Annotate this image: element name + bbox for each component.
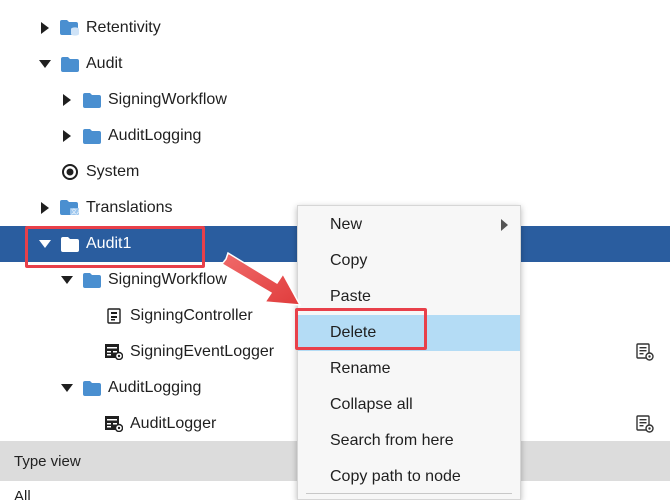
menu-item-rename[interactable]: Rename <box>298 351 520 387</box>
tree-node-label: SigningController <box>130 307 253 324</box>
folder-icon <box>60 55 80 73</box>
folder-icon <box>82 127 102 145</box>
menu-item-label: Paste <box>330 288 371 305</box>
tree-node-label: AuditLogging <box>108 379 202 396</box>
tree-node-label: Retentivity <box>86 19 161 36</box>
tree-node-label: SigningWorkflow <box>108 91 227 108</box>
menu-item-label: Copy path to node <box>330 468 461 485</box>
folder-icon <box>82 271 102 289</box>
controller-icon <box>104 307 124 325</box>
tree-node[interactable]: Audit <box>0 46 670 82</box>
tree-node-label: AuditLogging <box>108 127 202 144</box>
expand-arrow-icon[interactable] <box>60 93 74 107</box>
menu-item-copy-path-to-node[interactable]: Copy path to node <box>298 459 520 495</box>
type-view-item[interactable]: All <box>14 488 31 500</box>
folder-icon <box>82 379 102 397</box>
menu-item-collapse-all[interactable]: Collapse all <box>298 387 520 423</box>
properties-icon[interactable] <box>636 343 654 361</box>
tree-node[interactable]: SigningWorkflow <box>0 82 670 118</box>
folder-icon <box>82 91 102 109</box>
properties-icon[interactable] <box>636 415 654 433</box>
tree-node-label: SigningEventLogger <box>130 343 275 360</box>
tree-node-label: System <box>86 163 140 180</box>
expand-arrow-icon[interactable] <box>38 21 52 35</box>
expand-arrow-icon[interactable] <box>60 129 74 143</box>
menu-item-search-from-here[interactable]: Search from here <box>298 423 520 459</box>
collapse-arrow-icon[interactable] <box>60 381 74 395</box>
folder-database-icon <box>60 19 80 37</box>
tree-node-label: Audit <box>86 55 123 72</box>
menu-item-label: Search from here <box>330 432 454 449</box>
logger-grid-icon <box>104 415 124 433</box>
tree-node-label: Translations <box>86 199 173 216</box>
menu-item-copy[interactable]: Copy <box>298 243 520 279</box>
system-icon <box>60 163 80 181</box>
expand-arrow-icon[interactable] <box>38 201 52 215</box>
context-menu: New Copy Paste Delete Rename Collapse all Sear… <box>297 205 521 500</box>
tree-node[interactable]: Retentivity <box>0 10 670 46</box>
menu-item-label: New <box>330 216 363 233</box>
type-view-label: Type view <box>14 452 81 470</box>
highlight-box-delete <box>295 308 427 350</box>
folder-translations-icon: 文A <box>60 199 80 217</box>
submenu-arrow-icon <box>501 218 508 236</box>
highlight-box-audit1 <box>25 226 205 268</box>
menu-item-label: Collapse all <box>330 396 413 413</box>
svg-text:文A: 文A <box>71 208 80 216</box>
collapse-arrow-icon[interactable] <box>38 57 52 71</box>
tree-node-label: AuditLogger <box>130 415 217 432</box>
tree-node[interactable]: System <box>0 154 670 190</box>
menu-item-label: Rename <box>330 360 391 377</box>
menu-item-label: Copy <box>330 252 368 269</box>
tree-node[interactable]: AuditLogging <box>0 118 670 154</box>
collapse-arrow-icon[interactable] <box>60 273 74 287</box>
menu-item-new[interactable]: New <box>298 207 520 243</box>
logger-grid-icon <box>104 343 124 361</box>
